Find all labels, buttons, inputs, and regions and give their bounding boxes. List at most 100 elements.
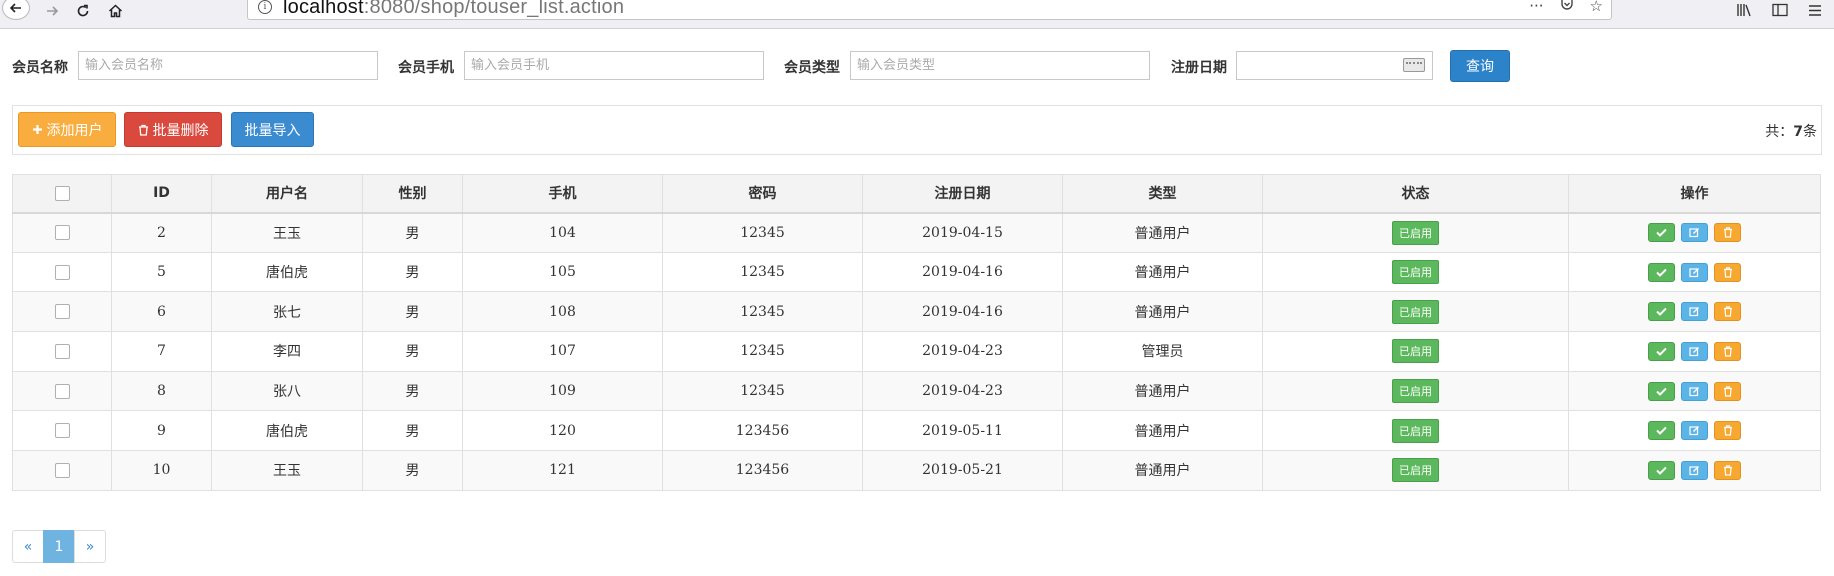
trash-icon	[1723, 266, 1732, 278]
status-badge: 已启用	[1392, 299, 1439, 324]
url-host: localhost	[283, 0, 364, 18]
table-header-row: ID 用户名 性别 手机 密码 注册日期 类型 状态 操作	[12, 174, 1821, 214]
row-checkbox[interactable]	[54, 225, 70, 241]
cell-select	[12, 212, 112, 253]
info-icon[interactable]: i	[258, 0, 272, 14]
batch-import-button[interactable]: 批量导入	[231, 112, 314, 147]
cell-status: 已启用	[1262, 450, 1569, 491]
query-button[interactable]: 查询	[1450, 50, 1510, 82]
row-checkbox[interactable]	[54, 462, 70, 478]
member-phone-input[interactable]	[464, 51, 764, 80]
add-user-button[interactable]: 添加用户	[18, 112, 116, 147]
cell-actions	[1568, 410, 1821, 452]
reload-icon[interactable]	[72, 0, 94, 22]
edit-button[interactable]	[1681, 262, 1708, 282]
edit-icon	[1689, 346, 1699, 357]
header-username: 用户名	[211, 174, 363, 214]
cell-username: 唐伯虎	[211, 410, 363, 452]
status-badge: 已启用	[1392, 260, 1439, 285]
enable-button[interactable]	[1648, 302, 1675, 322]
edit-button[interactable]	[1681, 421, 1708, 441]
trash-icon	[1723, 465, 1732, 476]
edit-icon	[1689, 426, 1699, 436]
delete-button[interactable]	[1714, 381, 1741, 401]
select-all-checkbox[interactable]	[54, 185, 70, 201]
cell-username: 李四	[211, 331, 363, 372]
cell-actions	[1568, 331, 1821, 372]
pagination-page-1[interactable]: 1	[43, 530, 75, 563]
cell-id: 8	[111, 370, 212, 412]
row-checkbox[interactable]	[54, 264, 70, 280]
edit-button[interactable]	[1681, 302, 1708, 322]
cell-id: 10	[111, 450, 212, 491]
header-password: 密码	[662, 174, 863, 214]
row-actions	[1648, 421, 1741, 441]
batch-delete-label: 批量删除	[152, 122, 209, 139]
row-actions	[1648, 262, 1741, 282]
url-bar[interactable]: i localhost:8080/shop/touser_list.action…	[247, 0, 1612, 20]
table-body: 2 王玉男 104 12345 2019-04-15 普通用户 已启用 5 唐伯虎男 105 123…	[12, 212, 1821, 491]
enable-button[interactable]	[1648, 421, 1675, 441]
status-badge: 已启用	[1392, 339, 1439, 364]
delete-button[interactable]	[1714, 302, 1741, 322]
enable-button[interactable]	[1648, 381, 1675, 401]
total-prefix: 共：	[1765, 124, 1794, 140]
member-name-input[interactable]	[78, 51, 378, 80]
enable-button[interactable]	[1648, 460, 1675, 480]
edit-button[interactable]	[1681, 460, 1708, 480]
delete-button[interactable]	[1714, 421, 1741, 441]
delete-button[interactable]	[1714, 341, 1741, 361]
edit-button[interactable]	[1681, 341, 1708, 361]
delete-button[interactable]	[1714, 262, 1741, 282]
sidebar-icon[interactable]	[1772, 2, 1788, 21]
edit-button[interactable]	[1681, 223, 1708, 243]
row-checkbox[interactable]	[54, 304, 70, 320]
cell-status: 已启用	[1262, 370, 1569, 412]
row-checkbox[interactable]	[54, 343, 70, 359]
pagination-next[interactable]: »	[74, 530, 106, 563]
star-icon[interactable]: ☆	[1590, 0, 1603, 15]
batch-delete-button[interactable]: 批量删除	[124, 112, 222, 147]
delete-button[interactable]	[1714, 460, 1741, 480]
cell-phone: 109	[462, 370, 663, 412]
member-type-label: 会员类型	[784, 60, 840, 76]
row-checkbox[interactable]	[54, 383, 70, 399]
more-icon[interactable]: ···	[1529, 0, 1543, 15]
cell-id: 5	[111, 251, 212, 293]
menu-icon[interactable]	[1808, 2, 1822, 21]
pocket-icon[interactable]	[1560, 0, 1574, 15]
delete-button[interactable]	[1714, 223, 1741, 243]
cell-id: 7	[111, 331, 212, 372]
enable-button[interactable]	[1648, 223, 1675, 243]
total-number: 7	[1793, 124, 1803, 140]
cell-actions	[1568, 450, 1821, 491]
cell-gender: 男	[362, 331, 463, 372]
url-text: localhost:8080/shop/touser_list.action	[283, 0, 624, 19]
calendar-icon[interactable]	[1403, 58, 1425, 72]
home-icon[interactable]	[104, 0, 126, 22]
edit-button[interactable]	[1681, 381, 1708, 401]
cell-status: 已启用	[1262, 212, 1569, 253]
cell-password: 12345	[662, 370, 863, 412]
cell-phone: 108	[462, 291, 663, 333]
row-actions	[1648, 302, 1741, 322]
cell-register-date: 2019-04-23	[862, 331, 1063, 372]
back-icon[interactable]	[2, 0, 30, 20]
member-type-input[interactable]	[850, 51, 1150, 80]
library-icon[interactable]	[1736, 2, 1752, 21]
forward-icon[interactable]	[42, 0, 62, 22]
cell-password: 12345	[662, 212, 863, 253]
cell-password: 123456	[662, 410, 863, 452]
browser-right-icons	[1736, 0, 1834, 22]
total-count: 共：7条	[1765, 121, 1817, 141]
member-name-label: 会员名称	[12, 60, 68, 76]
row-checkbox[interactable]	[54, 423, 70, 439]
cell-register-date: 2019-04-16	[862, 251, 1063, 293]
trash-icon	[138, 124, 148, 136]
row-actions	[1648, 460, 1741, 480]
enable-button[interactable]	[1648, 341, 1675, 361]
cell-status: 已启用	[1262, 251, 1569, 293]
pagination-prev[interactable]: «	[12, 530, 44, 563]
enable-button[interactable]	[1648, 262, 1675, 282]
status-badge: 已启用	[1392, 220, 1439, 245]
